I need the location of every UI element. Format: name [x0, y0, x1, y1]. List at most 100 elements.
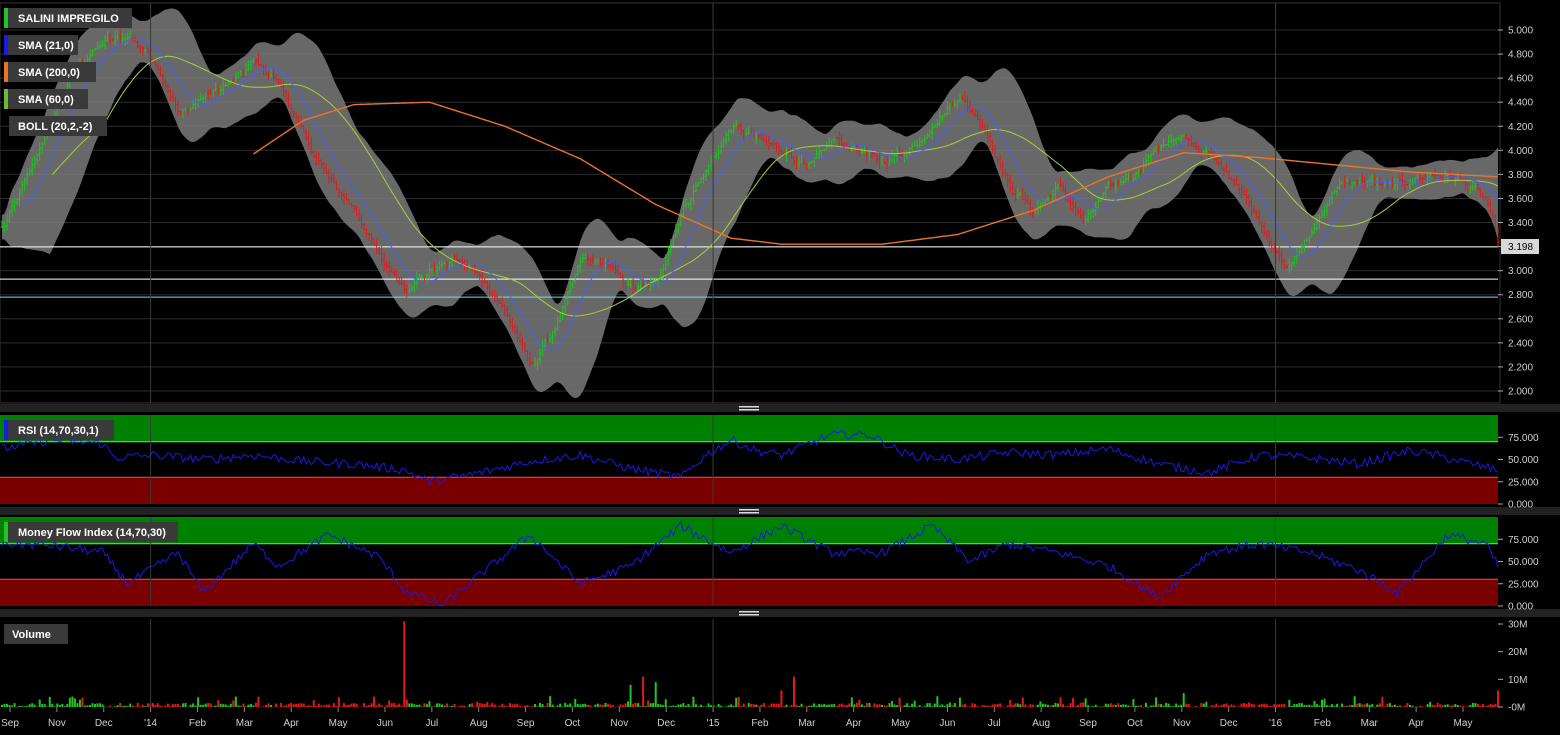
volume-bar [1358, 703, 1361, 707]
volume-bar [33, 704, 36, 707]
volume-bar [1057, 703, 1059, 707]
volume-bar [813, 703, 816, 707]
volume-bar [544, 706, 547, 708]
volume-y-tick-label: 10M [1508, 675, 1527, 686]
volume-bar [855, 702, 858, 707]
volume-bar [1074, 705, 1077, 707]
volume-bar [1172, 706, 1175, 707]
volume-bar [1016, 703, 1019, 707]
legend-sma60: SMA (60,0) [18, 94, 74, 106]
volume-bar [1371, 704, 1374, 707]
volume-bar [1479, 705, 1482, 707]
volume-bar [1099, 706, 1102, 708]
mfi-y-tick-label: 25.000 [1508, 579, 1539, 590]
legend-item-title[interactable]: SALINI IMPREGILO [4, 8, 132, 28]
volume-bar [652, 702, 655, 707]
volume-bar [629, 684, 632, 707]
volume-bar [966, 706, 969, 707]
panel-splitter[interactable] [0, 404, 1560, 412]
volume-bar [596, 703, 599, 707]
volume-bar [312, 700, 315, 707]
legend-item-sma200[interactable]: SMA (200,0) [4, 62, 96, 82]
volume-bar [219, 703, 222, 707]
volume-bar [347, 704, 350, 707]
volume-bar [984, 705, 987, 707]
volume-bar [71, 696, 74, 707]
volume-bar [622, 705, 625, 707]
legend-item-boll[interactable]: BOLL (20,2,-2) [9, 116, 107, 136]
volume-bar [1409, 704, 1411, 707]
volume-bar [800, 703, 803, 707]
volume-bar [843, 705, 846, 707]
volume-bar [375, 705, 378, 707]
volume-bar [1273, 704, 1276, 707]
volume-bar [888, 703, 891, 707]
volume-bar [896, 705, 899, 707]
volume-bar [493, 704, 496, 707]
volume-bar [335, 706, 338, 707]
volume-bar [732, 705, 735, 707]
volume-bar [534, 704, 537, 707]
price-y-tick-label: 3.000 [1508, 266, 1533, 277]
legend-item-rsi[interactable]: RSI (14,70,30,1) [4, 420, 114, 440]
volume-bar [76, 703, 79, 707]
volume-bar [928, 703, 931, 707]
volume-bar [363, 703, 366, 707]
volume-bar [745, 706, 748, 708]
volume-bar [403, 621, 406, 707]
volume-bar [1476, 703, 1479, 707]
volume-bar [78, 699, 81, 707]
legend-item-volume[interactable]: Volume [4, 624, 68, 644]
volume-bar [177, 704, 179, 707]
volume-bar [787, 706, 790, 708]
x-tick-label: Nov [48, 718, 66, 729]
volume-bar [136, 702, 139, 707]
legend-item-sma21[interactable]: SMA (21,0) [4, 35, 78, 55]
volume-bar [1441, 705, 1444, 707]
volume-bar [1446, 704, 1449, 707]
volume-bar [1089, 706, 1092, 708]
x-tick-label: Apr [283, 718, 299, 729]
volume-bar [705, 706, 707, 707]
volume-bar [305, 705, 308, 707]
volume-bar [8, 705, 11, 707]
volume-bar [1494, 704, 1497, 707]
volume-bar [166, 703, 169, 707]
last-price-label: 3.198 [1508, 242, 1533, 253]
volume-bar [1024, 704, 1027, 707]
volume-bar [976, 706, 979, 707]
volume-bar [692, 696, 695, 707]
volume-bar [249, 703, 252, 707]
volume-bar [252, 705, 255, 707]
volume-bar [461, 705, 464, 707]
legend-item-sma60[interactable]: SMA (60,0) [4, 89, 88, 109]
volume-bar [1001, 706, 1004, 707]
volume-bar [476, 701, 479, 707]
x-tick-label: Oct [1127, 718, 1143, 729]
volume-bar [1235, 706, 1238, 707]
volume-bar [848, 703, 851, 707]
volume-bar [1318, 705, 1321, 707]
volume-bar [1039, 701, 1042, 707]
panel-splitter[interactable] [0, 609, 1560, 617]
volume-bar [393, 702, 396, 707]
volume-bar [511, 704, 514, 707]
volume-bar [1200, 703, 1203, 707]
panel-splitter[interactable] [0, 507, 1560, 515]
stock-chart: 5.000 4.800 4.600 4.400 4.200 4.000 3.800 3.600… [0, 0, 1560, 735]
volume-bar [209, 703, 212, 707]
volume-bar [1396, 706, 1399, 707]
volume-bar [810, 705, 813, 707]
volume-bar [435, 703, 438, 707]
price-y-tick-label: 4.600 [1508, 74, 1533, 85]
volume-bar [1260, 704, 1263, 707]
x-tick-label: Apr [846, 718, 862, 729]
volume-bar [1255, 706, 1258, 708]
volume-bar [1134, 705, 1137, 707]
volume-bar [825, 704, 828, 707]
volume-bar [332, 703, 335, 707]
volume-bar [654, 682, 657, 707]
volume-bar [1461, 706, 1464, 707]
volume-bar [242, 703, 245, 707]
legend-item-mfi[interactable]: Money Flow Index (14,70,30) [4, 522, 178, 542]
